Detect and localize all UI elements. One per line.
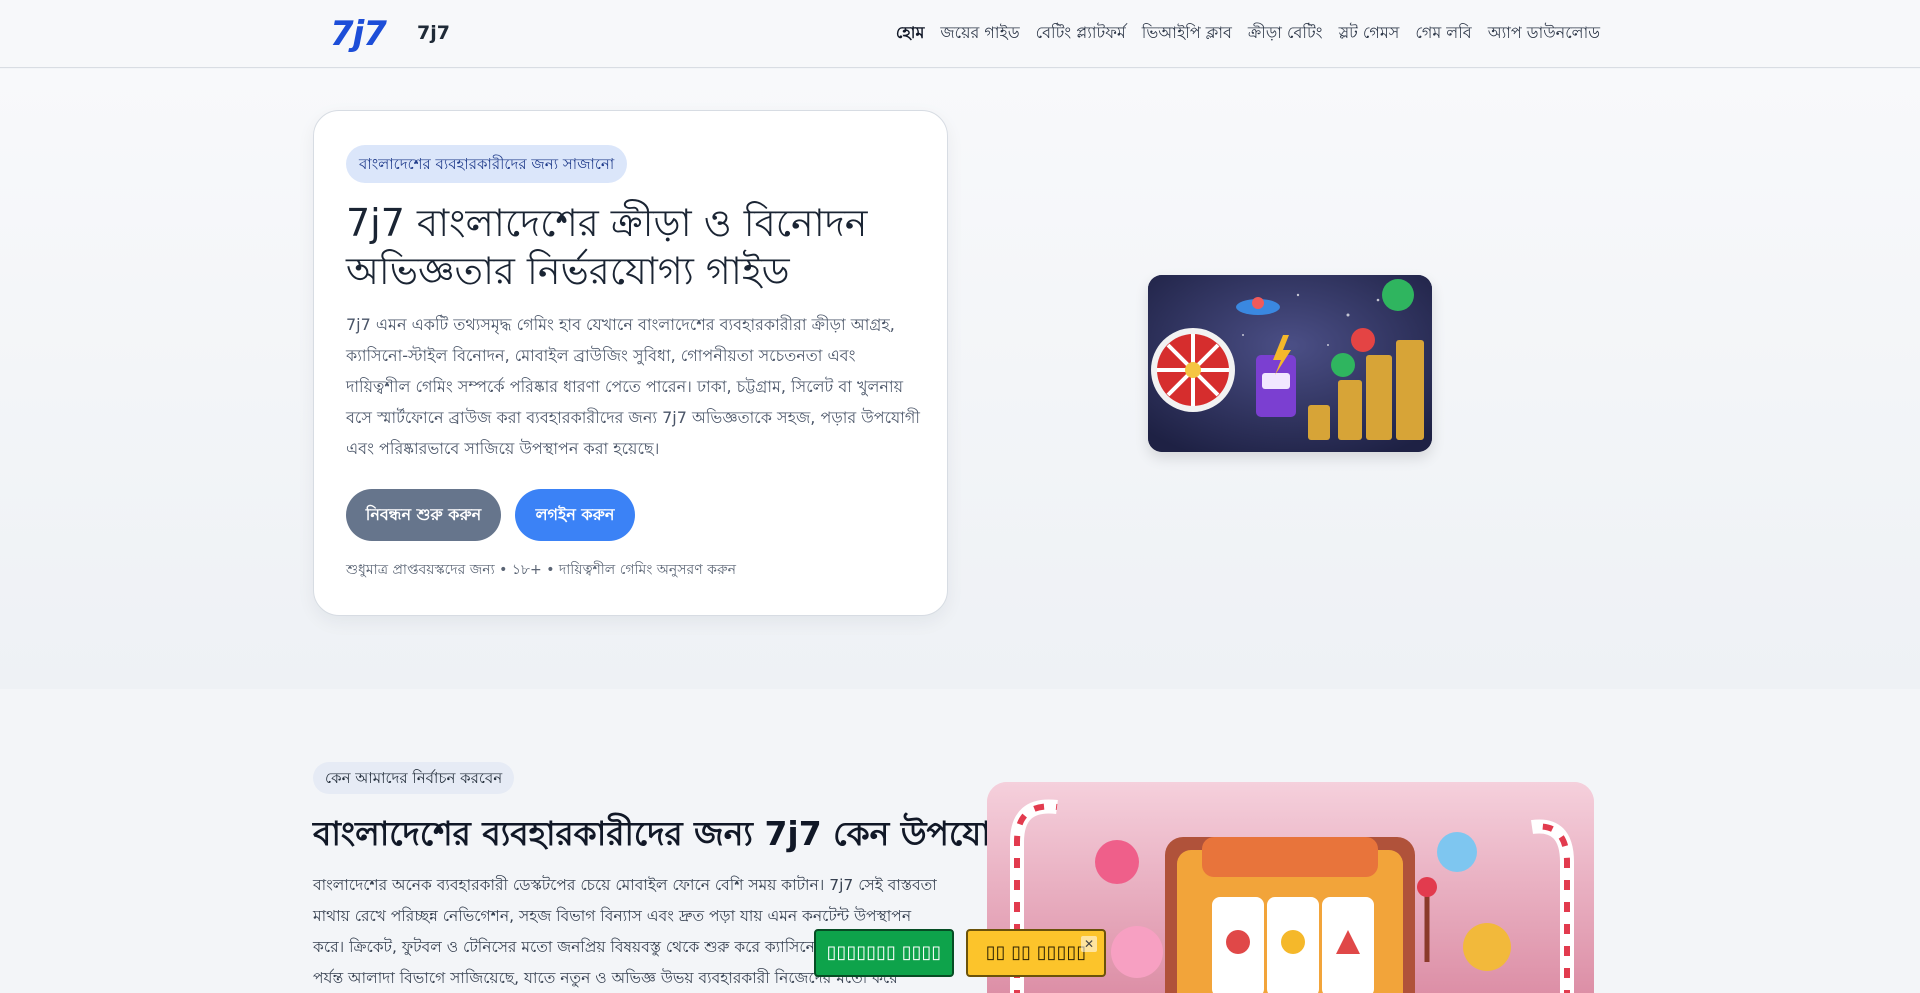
hero-title: 7j7 বাংলাদেশের ক্রীড়া ও বিনোদন অভিজ্ঞতা… — [346, 201, 868, 293]
hero-description: 7j7 এমন একটি তথ্যসমৃদ্ধ গেমিং হাব যেখানে… — [346, 315, 920, 458]
nav-item-vip-club[interactable]: ভিআইপি ক্লাব — [1142, 20, 1232, 46]
floating-green-button[interactable]: ▯▯▯▯▯▯▯ ▯▯▯▯ — [814, 929, 954, 977]
login-button[interactable]: লগইন করুন — [515, 489, 635, 541]
nav-item-sports-betting[interactable]: ক্রীড়া বেটিং — [1248, 20, 1323, 46]
why-badge: কেন আমাদের নির্বাচন করবেন — [313, 762, 515, 794]
nav-item-app-download[interactable]: অ্যাপ ডাউনলোড — [1488, 20, 1600, 46]
hero-card: বাংলাদেশের ব্যবহারকারীদের জন্য সাজানো 7j… — [313, 110, 948, 616]
register-button[interactable]: নিবন্ধন শুরু করুন — [346, 489, 501, 541]
hero-section — [0, 69, 1920, 689]
why-title: বাংলাদেশের ব্যবহারকারীদের জন্য 7j7 কেন উ… — [313, 814, 1022, 853]
nav-item-betting-platform[interactable]: বেটিং প্ল্যাটফর্ম — [1036, 20, 1126, 46]
age-disclaimer: শুধুমাত্র প্রাপ্তবয়স্কদের জন্য • ১৮+ • … — [346, 562, 737, 578]
brand-name[interactable]: 7j7 — [417, 20, 450, 46]
nav-item-home[interactable]: হোম — [896, 20, 924, 46]
nav-item-winning-guide[interactable]: জয়ের গাইড — [940, 20, 1019, 46]
casino-illustration-graphic — [1148, 275, 1432, 452]
casino-illustration-image — [1148, 275, 1432, 452]
main-nav: হোম জয়ের গাইড বেটিং প্ল্যাটফর্ম ভিআইপি … — [896, 20, 1600, 46]
nav-item-slot-games[interactable]: স্লট গেমস — [1339, 20, 1400, 46]
site-header: 7j7 7j7 হোম জয়ের গাইড বেটিং প্ল্যাটফর্ম… — [0, 0, 1920, 68]
close-icon[interactable]: ✕ — [1081, 936, 1097, 952]
hero-badge: বাংলাদেশের ব্যবহারকারীদের জন্য সাজানো — [346, 145, 628, 183]
nav-item-game-lobby[interactable]: গেম লবি — [1415, 20, 1471, 46]
logo[interactable]: 7j7 — [330, 14, 387, 54]
